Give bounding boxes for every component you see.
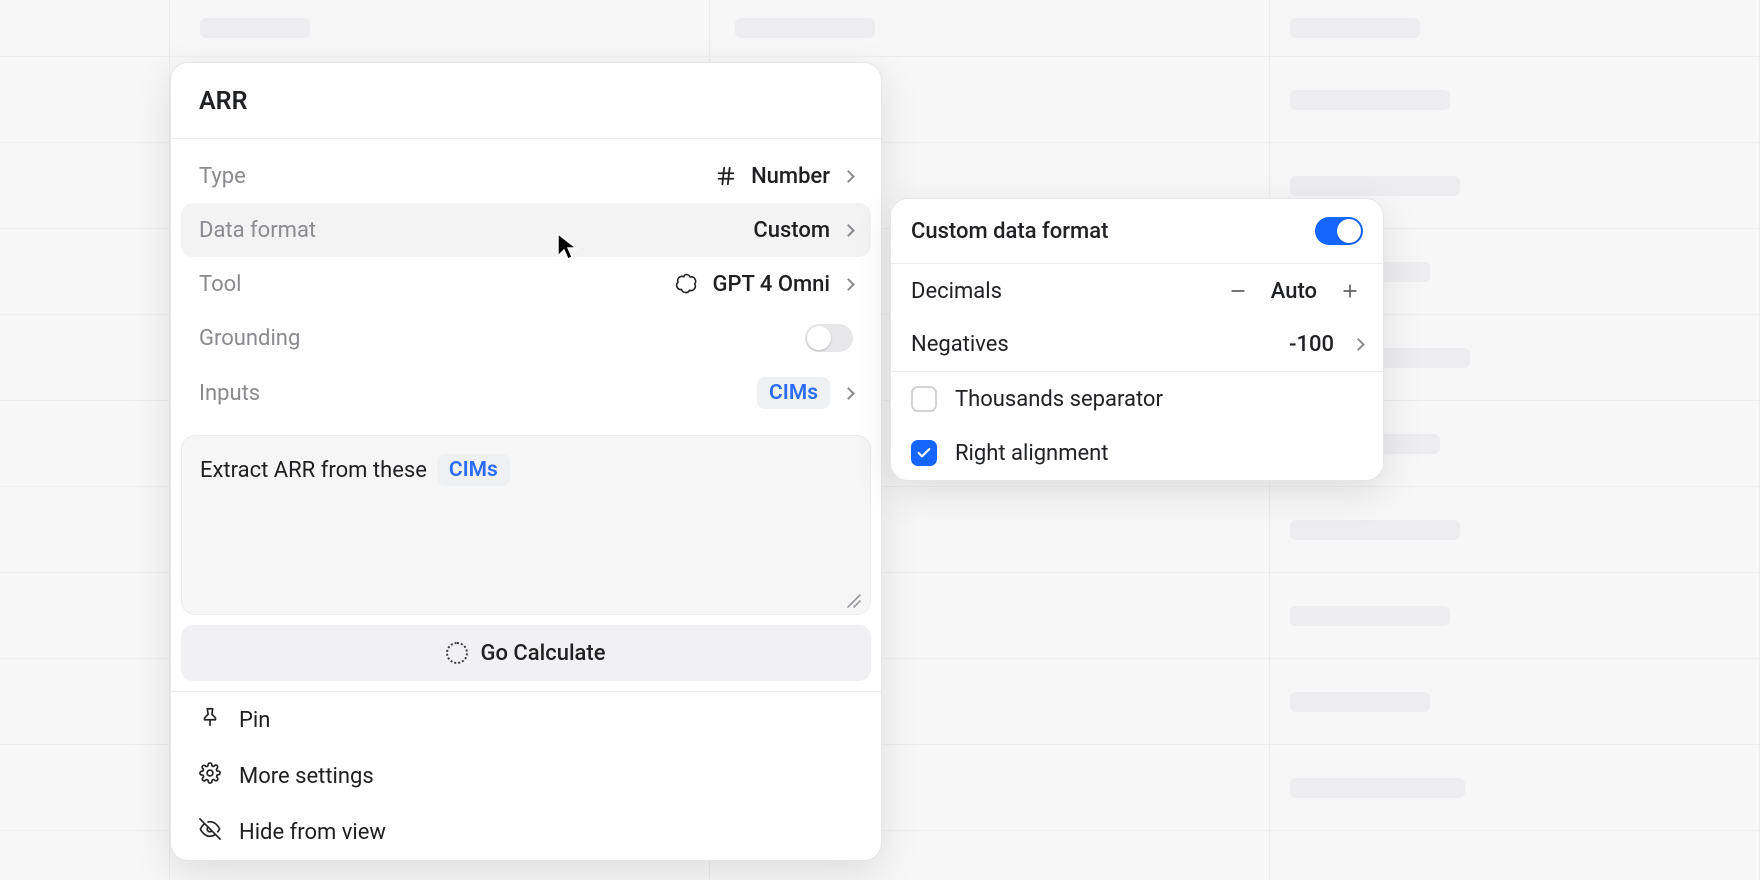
grounding-toggle[interactable] (805, 324, 853, 352)
openai-icon (674, 272, 698, 296)
negatives-row[interactable]: Negatives -100 (891, 318, 1383, 371)
number-icon (715, 165, 737, 187)
inputs-tag[interactable]: CIMs (757, 377, 830, 409)
chevron-right-icon (842, 387, 855, 400)
table-header-skel (1290, 18, 1420, 38)
type-value: Number (751, 164, 830, 189)
pin-icon (199, 706, 221, 734)
thousands-checkbox[interactable] (911, 386, 937, 412)
resize-handle-icon[interactable] (844, 590, 862, 608)
type-row[interactable]: Type Number (181, 149, 871, 203)
table-cell-skel (1290, 692, 1430, 712)
table-cell-skel (1290, 90, 1450, 110)
right-align-checkbox[interactable] (911, 440, 937, 466)
pin-label: Pin (239, 708, 270, 733)
hide-from-view-menu-item[interactable]: Hide from view (171, 804, 881, 860)
prompt-textarea[interactable]: Extract ARR from these CIMs (181, 435, 871, 615)
data-format-row[interactable]: Data format Custom (181, 203, 871, 257)
table-cell-skel (1290, 606, 1450, 626)
spinner-icon (446, 642, 468, 664)
table-cell-skel (1290, 176, 1460, 196)
minus-button[interactable] (1225, 278, 1251, 304)
flyout-header: Custom data format (891, 199, 1383, 264)
tool-label: Tool (199, 272, 242, 297)
chevron-right-icon (842, 170, 855, 183)
table-cell-skel (1290, 778, 1465, 798)
tool-row[interactable]: Tool GPT 4 Omni (181, 257, 871, 311)
grounding-row[interactable]: Grounding (181, 311, 871, 365)
panel-title: ARR (171, 63, 881, 139)
more-settings-menu-item[interactable]: More settings (171, 748, 881, 804)
right-alignment-row[interactable]: Right alignment (891, 426, 1383, 480)
table-header-skel (735, 18, 875, 38)
custom-format-toggle[interactable] (1315, 217, 1363, 245)
go-calculate-label: Go Calculate (480, 641, 605, 666)
prompt-tag[interactable]: CIMs (437, 454, 510, 486)
eye-off-icon (199, 818, 221, 846)
data-format-value: Custom (753, 218, 830, 243)
thousands-separator-row[interactable]: Thousands separator (891, 372, 1383, 426)
chevron-right-icon (842, 224, 855, 237)
thousands-label: Thousands separator (955, 387, 1163, 412)
flyout-title: Custom data format (911, 219, 1108, 244)
inputs-row[interactable]: Inputs CIMs (181, 365, 871, 421)
decimals-value: Auto (1271, 279, 1317, 304)
right-align-label: Right alignment (955, 441, 1109, 466)
data-format-label: Data format (199, 218, 316, 243)
column-config-panel: ARR Type Number Data format Custom (170, 62, 882, 861)
negatives-value: -100 (1289, 332, 1334, 357)
tool-value: GPT 4 Omni (712, 272, 830, 297)
chevron-right-icon (842, 278, 855, 291)
plus-button[interactable] (1337, 278, 1363, 304)
custom-data-format-flyout: Custom data format Decimals Auto Negativ… (890, 198, 1384, 481)
gear-icon (199, 762, 221, 790)
decimals-label: Decimals (911, 279, 1002, 304)
negatives-label: Negatives (911, 332, 1009, 357)
grounding-label: Grounding (199, 326, 300, 351)
prompt-text: Extract ARR from these (200, 458, 427, 483)
table-cell-skel (1290, 520, 1460, 540)
chevron-right-icon (1352, 338, 1365, 351)
more-settings-label: More settings (239, 764, 374, 789)
inputs-label: Inputs (199, 381, 260, 406)
hide-label: Hide from view (239, 820, 386, 845)
type-label: Type (199, 164, 246, 189)
decimals-row: Decimals Auto (891, 264, 1383, 318)
table-header-skel (200, 18, 310, 38)
pin-menu-item[interactable]: Pin (171, 692, 881, 748)
go-calculate-button[interactable]: Go Calculate (181, 625, 871, 681)
